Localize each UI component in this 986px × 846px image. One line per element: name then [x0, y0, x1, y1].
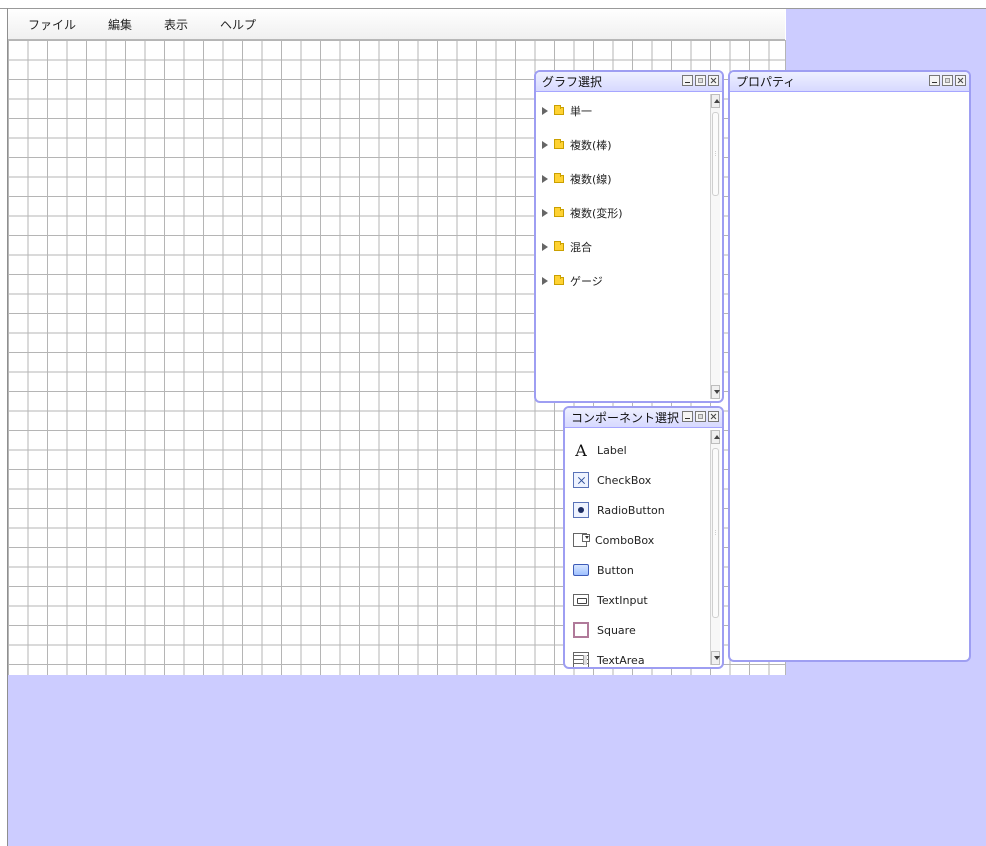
folder-icon [554, 241, 564, 251]
close-icon[interactable] [708, 75, 719, 86]
tree-item-multi-line[interactable]: 複数(線) [542, 170, 612, 188]
square-icon [573, 622, 589, 638]
graph-select-panel: グラフ選択 単一 複数(棒) 複数(線) 複数(変形) 混合 ゲージ [534, 70, 724, 403]
component-select-title: コンポーネント選択 [571, 411, 680, 425]
component-item-text: CheckBox [597, 473, 652, 487]
component-item-text: TextArea [597, 653, 645, 667]
component-select-header[interactable]: コンポーネント選択 [565, 408, 722, 428]
component-item-label[interactable]: A Label [573, 440, 627, 460]
minimize-icon[interactable] [682, 75, 693, 86]
expand-arrow-icon[interactable] [542, 175, 548, 183]
component-item-text: Label [597, 443, 627, 457]
component-item-text: Button [597, 563, 634, 577]
graph-select-scrollbar[interactable] [710, 94, 720, 399]
close-icon[interactable] [955, 75, 966, 86]
component-select-scrollbar[interactable] [710, 430, 720, 665]
component-item-checkbox[interactable]: CheckBox [573, 470, 651, 490]
radiobutton-icon [573, 502, 589, 518]
tree-item-label: 複数(線) [570, 173, 612, 186]
maximize-icon[interactable] [942, 75, 953, 86]
properties-panel: プロパティ [728, 70, 971, 662]
folder-icon [554, 275, 564, 285]
textarea-icon [573, 652, 589, 667]
folder-icon [554, 173, 564, 183]
graph-select-header[interactable]: グラフ選択 [536, 72, 722, 92]
expand-arrow-icon[interactable] [542, 243, 548, 251]
scroll-thumb[interactable] [712, 112, 719, 196]
component-item-text: RadioButton [597, 503, 665, 517]
scroll-thumb[interactable] [712, 448, 719, 618]
menu-edit[interactable]: 編集 [96, 16, 144, 33]
graph-select-window-controls [682, 75, 719, 86]
component-item-button[interactable]: Button [573, 560, 634, 580]
expand-arrow-icon[interactable] [542, 107, 548, 115]
component-item-text: TextInput [597, 593, 648, 607]
tree-item-gauge[interactable]: ゲージ [542, 272, 603, 290]
tree-item-mixed[interactable]: 混合 [542, 238, 592, 256]
tree-item-label: 複数(棒) [570, 139, 612, 152]
tree-item-label: ゲージ [570, 275, 603, 288]
tree-item-single[interactable]: 単一 [542, 102, 592, 120]
component-select-window-controls [682, 411, 719, 422]
component-item-text: Square [597, 623, 636, 637]
expand-arrow-icon[interactable] [542, 209, 548, 217]
tree-item-label: 複数(変形) [570, 207, 623, 220]
combobox-icon [573, 533, 590, 547]
minimize-icon[interactable] [682, 411, 693, 422]
menu-help[interactable]: ヘルプ [208, 16, 268, 33]
expand-arrow-icon[interactable] [542, 277, 548, 285]
folder-icon [554, 139, 564, 149]
workspace-background-bottom [8, 675, 986, 846]
tree-item-multi-variant[interactable]: 複数(変形) [542, 204, 623, 222]
app-window: ファイル 編集 表示 ヘルプ グラフ選択 単一 複数(棒) 複数(線) 複数(変… [0, 0, 986, 846]
graph-select-title: グラフ選択 [542, 75, 603, 89]
top-border [0, 0, 986, 9]
tree-item-multi-bar[interactable]: 複数(棒) [542, 136, 612, 154]
component-item-textinput[interactable]: TextInput [573, 590, 648, 610]
menu-file[interactable]: ファイル [16, 16, 88, 33]
component-item-combobox[interactable]: ComboBox [573, 530, 654, 550]
textinput-icon [573, 594, 589, 606]
properties-body [730, 92, 969, 660]
component-item-text: ComboBox [595, 533, 655, 547]
component-item-square[interactable]: Square [573, 620, 636, 640]
component-item-textarea[interactable]: TextArea [573, 650, 645, 667]
scroll-up-icon[interactable] [711, 430, 720, 444]
scroll-down-icon[interactable] [711, 651, 720, 665]
label-icon: A [575, 440, 587, 460]
expand-arrow-icon[interactable] [542, 141, 548, 149]
component-select-body: A Label CheckBox RadioButton ComboBox Bu… [565, 428, 722, 667]
properties-window-controls [929, 75, 966, 86]
component-select-panel: コンポーネント選択 A Label CheckBox RadioButton C… [563, 406, 724, 669]
maximize-icon[interactable] [695, 411, 706, 422]
scroll-up-icon[interactable] [711, 94, 720, 108]
button-icon [573, 564, 589, 576]
menu-view[interactable]: 表示 [152, 16, 200, 33]
properties-title: プロパティ [736, 75, 796, 89]
close-icon[interactable] [708, 411, 719, 422]
properties-header[interactable]: プロパティ [730, 72, 969, 92]
tree-item-label: 単一 [570, 105, 592, 118]
menu-bar: ファイル 編集 表示 ヘルプ [8, 9, 785, 40]
folder-icon [554, 207, 564, 217]
minimize-icon[interactable] [929, 75, 940, 86]
folder-icon [554, 105, 564, 115]
maximize-icon[interactable] [695, 75, 706, 86]
component-item-radiobutton[interactable]: RadioButton [573, 500, 665, 520]
checkbox-icon [573, 472, 589, 488]
tree-item-label: 混合 [570, 241, 592, 254]
scroll-down-icon[interactable] [711, 385, 720, 399]
graph-select-body: 単一 複数(棒) 複数(線) 複数(変形) 混合 ゲージ [536, 92, 722, 401]
